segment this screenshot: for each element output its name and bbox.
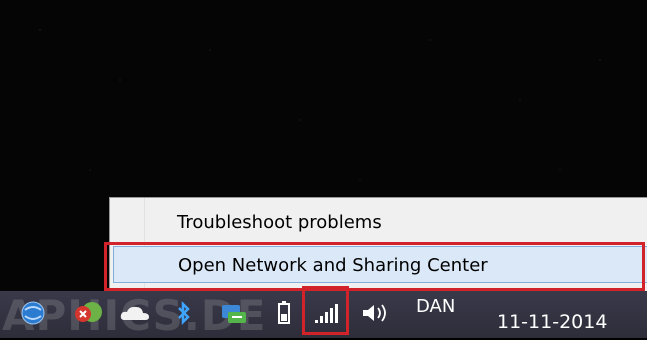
battery-icon[interactable] bbox=[275, 301, 293, 324]
menu-item-troubleshoot[interactable]: Troubleshoot problems bbox=[113, 206, 647, 240]
sync-icon[interactable] bbox=[218, 302, 250, 324]
volume-icon[interactable] bbox=[360, 302, 390, 324]
wifi-signal-icon[interactable] bbox=[312, 302, 340, 324]
input-language-indicator[interactable]: DAN bbox=[416, 296, 455, 317]
onedrive-cloud-icon[interactable] bbox=[118, 302, 152, 324]
security-alert-icon[interactable] bbox=[72, 302, 106, 324]
network-globe-icon[interactable] bbox=[20, 301, 46, 325]
clock-date[interactable]: 11-11-2014 bbox=[497, 311, 607, 333]
bluetooth-icon[interactable] bbox=[174, 301, 194, 325]
menu-highlight-frame bbox=[104, 242, 645, 291]
